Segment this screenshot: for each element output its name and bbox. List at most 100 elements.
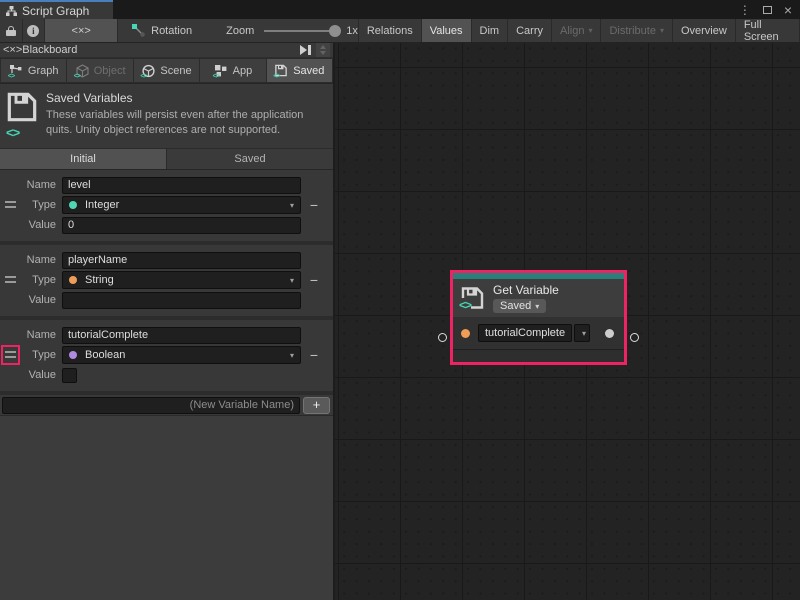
tab-title: Script Graph [22,4,89,18]
window-titlebar: Script Graph ⋮ × [0,0,800,19]
tab-saved-values[interactable]: Saved [167,149,333,169]
output-port[interactable] [605,329,614,338]
tab-scene[interactable]: <> Scene [134,59,199,82]
new-variable-input[interactable] [2,397,300,414]
variable-name-field[interactable]: tutorialComplete [478,324,572,342]
info-icon: i [27,25,39,37]
zoom-slider-handle[interactable] [329,25,341,37]
name-label: Name [0,179,62,191]
window-menu-icon[interactable]: ⋮ [739,3,751,17]
drag-handle[interactable] [5,351,16,361]
type-color-dot [69,276,77,284]
floppy-icon: <> [274,64,289,78]
node-header: <> Get Variable Saved ▾ [453,279,624,317]
floppy-icon: <> [460,286,485,310]
zoom-slider-track [264,30,336,32]
close-icon[interactable]: × [784,5,792,15]
scope-dropdown[interactable]: Saved ▾ [493,299,546,313]
variables-toggle-button[interactable]: <×> [45,19,118,42]
tab-script-graph[interactable]: Script Graph [0,0,113,19]
tab-graph[interactable]: <> Graph [1,59,66,82]
variable-name-input[interactable] [62,252,301,269]
variable-row: Name Type Boolean ▾ − Value [0,320,333,395]
type-color-dot [69,351,77,359]
new-variable-row: + [0,395,333,416]
right-connection-port[interactable] [630,333,639,342]
variable-name-input[interactable] [62,177,301,194]
variables-list: Name Type Integer ▾ − Value Name [0,170,333,416]
app-grid-icon: <> [214,64,229,78]
variable-value-input[interactable] [62,217,301,234]
scene-icon: <> [141,64,156,78]
zoom-slider[interactable] [264,19,336,42]
chevron-down-icon: ▾ [588,26,592,35]
rotation-label: Rotation [151,25,192,37]
distribute-dropdown: Distribute▾ [601,19,672,42]
saved-variables-info: <> Saved Variables These variables will … [0,84,333,149]
info-description: These variables will persist even after … [46,108,325,138]
remove-variable-button[interactable]: − [301,272,327,288]
scroll-spinner[interactable] [316,43,330,57]
type-dropdown[interactable]: Integer ▾ [62,196,301,214]
value-label: Value [0,294,62,306]
chevron-down-icon: ▾ [290,201,294,210]
variable-name-input[interactable] [62,327,301,344]
rotation-control[interactable]: Rotation [132,19,192,42]
floppy-icon: <> [6,91,38,138]
scroll-up-icon[interactable] [320,45,326,49]
graph-toolbar: i <×> Rotation Zoom 1x Relations Values … [0,19,800,43]
variable-scope-tabs: <> Graph <> Object <> Scene [0,58,333,84]
name-label: Name [0,329,62,341]
chevron-down-icon: ▾ [582,329,586,338]
info-title: Saved Variables [46,91,325,105]
dim-button[interactable]: Dim [472,19,509,42]
carry-button[interactable]: Carry [508,19,552,42]
tab-app[interactable]: <> App [200,59,265,82]
remove-variable-button[interactable]: − [301,347,327,363]
toolbar-right-group: Relations Values Dim Carry Align▾ Distri… [358,19,800,42]
variable-dropdown-button[interactable]: ▾ [574,324,590,342]
value-mode-tabs: Initial Saved [0,149,333,170]
variable-row: Name Type String ▾ − Value [0,245,333,320]
get-variable-node[interactable]: <> Get Variable Saved ▾ tutorialComplete… [450,270,627,365]
tab-initial[interactable]: Initial [0,149,166,169]
overview-button[interactable]: Overview [673,19,736,42]
scroll-down-icon[interactable] [320,51,326,55]
remove-variable-button[interactable]: − [301,197,327,213]
chevron-down-icon: ▾ [290,351,294,360]
value-label: Value [0,219,62,231]
type-color-dot [69,201,77,209]
drag-handle[interactable] [5,201,16,211]
info-button[interactable]: i [23,19,46,42]
input-port[interactable] [461,329,470,338]
type-dropdown[interactable]: String ▾ [62,271,301,289]
maximize-icon[interactable] [763,6,772,14]
graph-canvas[interactable]: <> Get Variable Saved ▾ tutorialComplete… [335,43,800,600]
variable-value-checkbox[interactable] [62,368,77,383]
zoom-value: 1x [346,25,358,37]
window-controls: ⋮ × [739,0,792,19]
add-variable-button[interactable]: + [303,397,330,414]
variable-row: Name Type Integer ▾ − Value [0,170,333,245]
variables-icon: <×> [72,25,91,37]
name-label: Name [0,254,62,266]
dock-panel-icon[interactable] [299,45,312,55]
type-dropdown[interactable]: Boolean ▾ [62,346,301,364]
blackboard-panel: <×>Blackboard <> [0,43,335,600]
chevron-down-icon: ▾ [290,276,294,285]
node-footer [453,349,624,362]
left-connection-port[interactable] [438,333,447,342]
values-button[interactable]: Values [422,19,472,42]
fullscreen-button[interactable]: Full Screen [736,19,800,42]
cube-icon: <> [75,64,90,78]
align-dropdown: Align▾ [552,19,601,42]
node-body: tutorialComplete ▾ [453,317,624,349]
variable-value-input[interactable] [62,292,301,309]
tab-object: <> Object [67,59,132,82]
drag-handle[interactable] [5,276,16,286]
relations-button[interactable]: Relations [358,19,422,42]
lock-button[interactable] [0,19,23,42]
tab-saved[interactable]: <> Saved [267,59,332,82]
node-title: Get Variable [493,283,559,297]
rotation-icon [132,24,145,37]
